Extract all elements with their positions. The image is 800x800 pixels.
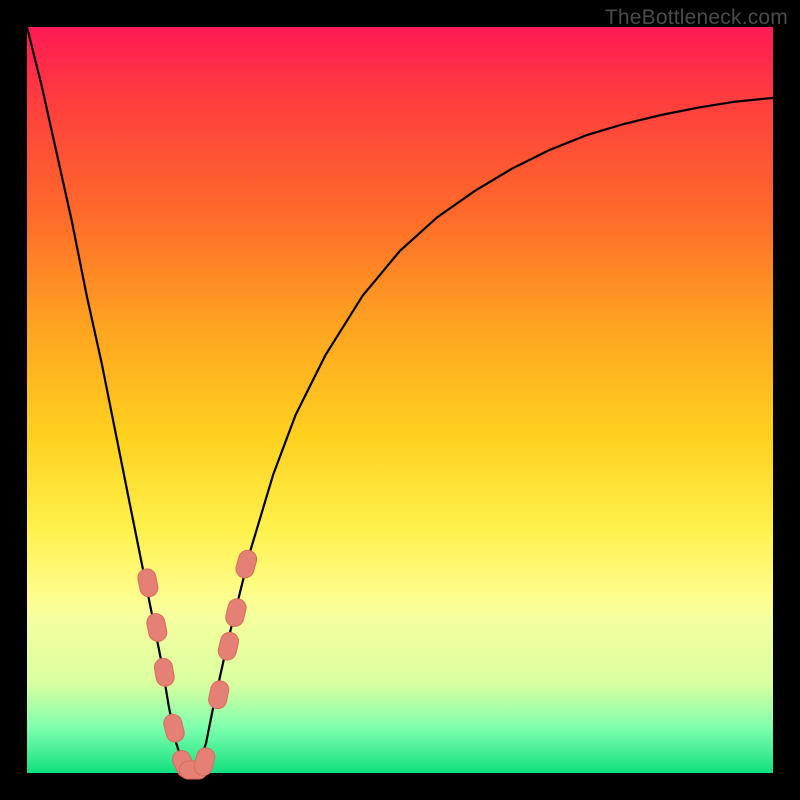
- plot-area: [27, 27, 773, 773]
- chart-stage: TheBottleneck.com: [0, 0, 800, 800]
- watermark-text: TheBottleneck.com: [605, 6, 788, 30]
